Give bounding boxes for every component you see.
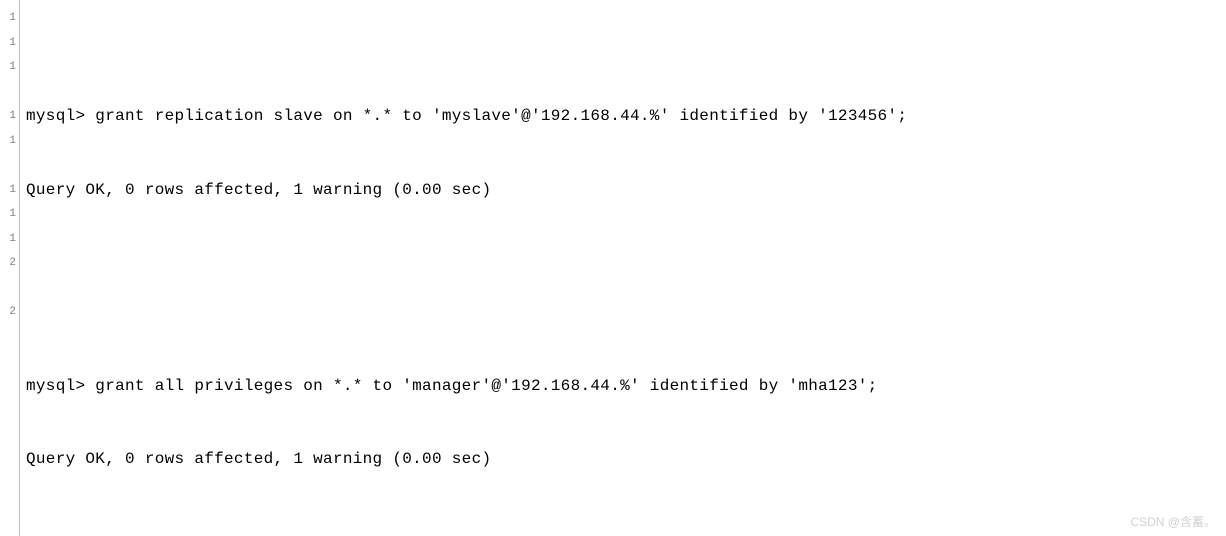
gutter-line: 1	[0, 129, 19, 154]
command-line: mysql> grant replication slave on *.* to…	[26, 104, 1226, 129]
response-line: Query OK, 0 rows affected, 1 warning (0.…	[26, 447, 1226, 472]
gutter-line	[0, 80, 19, 105]
gutter-line: 1	[0, 178, 19, 203]
gutter-line: 1	[0, 31, 19, 56]
terminal-output[interactable]: mysql> grant replication slave on *.* to…	[20, 0, 1226, 536]
command-line: mysql> grant all privileges on *.* to 'm…	[26, 374, 1226, 399]
gutter-line: 1	[0, 55, 19, 80]
gutter-line: 1	[0, 104, 19, 129]
gutter-line: 1	[0, 227, 19, 252]
command-block: mysql> grant all privileges on *.* to 'm…	[26, 325, 1226, 521]
command-block: mysql> grant replication slave on *.* to…	[26, 55, 1226, 251]
gutter-line: 1	[0, 6, 19, 31]
editor-container: 1 1 1 1 1 1 1 1 2 2 mysql> grant replica…	[0, 0, 1226, 536]
line-number-gutter: 1 1 1 1 1 1 1 1 2 2	[0, 0, 20, 536]
gutter-line: 2	[0, 251, 19, 276]
watermark-text: CSDN @含蓄。	[1130, 513, 1216, 530]
gutter-line: 2	[0, 300, 19, 325]
gutter-line: 1	[0, 202, 19, 227]
gutter-line	[0, 276, 19, 301]
response-line: Query OK, 0 rows affected, 1 warning (0.…	[26, 178, 1226, 203]
gutter-line	[0, 153, 19, 178]
